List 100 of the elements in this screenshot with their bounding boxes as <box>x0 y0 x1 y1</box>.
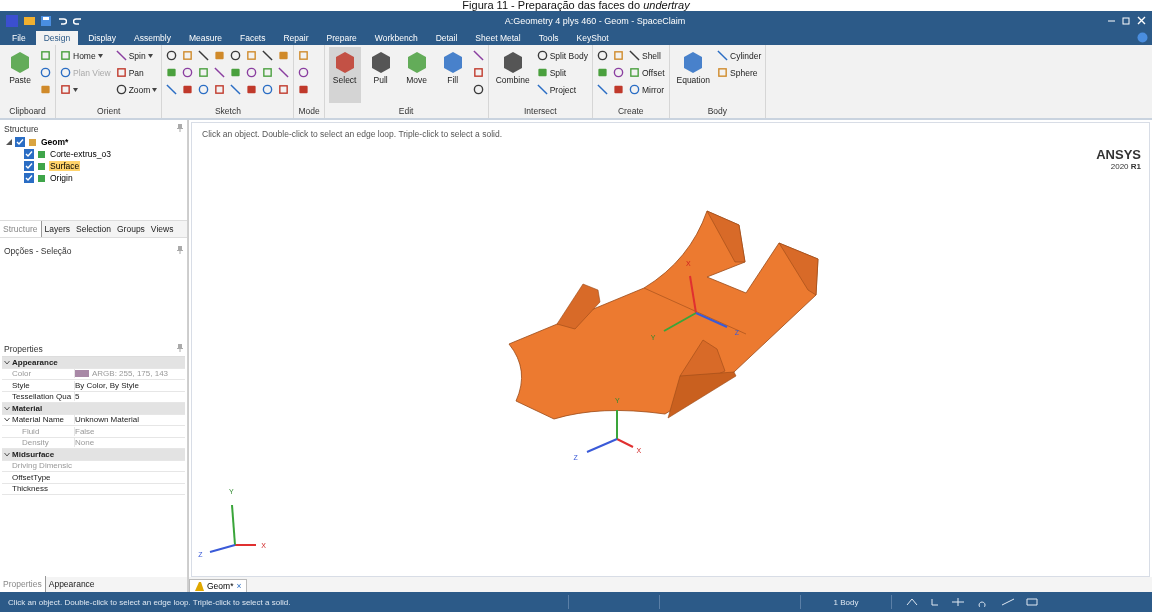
ribbon-tab[interactable]: Display <box>80 31 125 45</box>
collapse-icon[interactable] <box>4 451 10 457</box>
ribbon-button[interactable]: Equation <box>673 47 714 103</box>
ribbon-button[interactable]: Offset <box>628 67 665 78</box>
tool-icon[interactable] <box>198 84 210 95</box>
ribbon-tab[interactable]: Workbench <box>366 31 426 45</box>
ribbon-button[interactable]: Pull <box>364 47 397 103</box>
tool-icon[interactable] <box>246 84 258 95</box>
app-icon <box>6 14 18 27</box>
undo-icon[interactable] <box>57 15 67 26</box>
ribbon-tab[interactable]: File <box>4 31 34 45</box>
tool-icon[interactable] <box>246 67 258 78</box>
tool-icon[interactable] <box>472 84 484 95</box>
tool-icon[interactable] <box>182 67 194 78</box>
panel-tab[interactable]: Views <box>147 221 177 237</box>
ribbon-button[interactable]: Project <box>536 84 588 95</box>
tool-icon[interactable] <box>472 50 484 61</box>
ribbon-button[interactable]: Shell <box>628 50 665 61</box>
panel-tab[interactable]: Selection <box>73 221 114 237</box>
tool-icon[interactable] <box>612 84 624 95</box>
panel-title: Structure <box>4 124 39 134</box>
tool-icon[interactable] <box>298 67 310 78</box>
tree-item[interactable]: Surface <box>49 161 81 171</box>
ribbon-tab[interactable]: Assembly <box>126 31 179 45</box>
tool-icon[interactable] <box>166 50 178 61</box>
ribbon-tab[interactable]: Sheet Metal <box>467 31 529 45</box>
ribbon-tab[interactable]: Repair <box>275 31 317 45</box>
property-value: Unknown Material <box>75 415 140 425</box>
ribbon-tab[interactable]: KeyShot <box>568 31 617 45</box>
ribbon-tab[interactable]: Design <box>35 31 79 45</box>
ribbon-tab[interactable]: Measure <box>180 31 230 45</box>
property-label: Material Name <box>12 415 65 425</box>
tool-icon[interactable] <box>115 50 127 61</box>
tool-icon[interactable] <box>230 84 242 95</box>
ribbon-button[interactable]: Zoom <box>115 84 158 95</box>
checkbox[interactable] <box>24 173 34 183</box>
ribbon-button[interactable]: Home <box>60 50 111 61</box>
tree-item[interactable]: Geom* <box>40 137 70 147</box>
restore-icon[interactable] <box>1122 16 1131 25</box>
panel-tab[interactable]: Groups <box>114 221 148 237</box>
tool-icon[interactable] <box>262 84 274 95</box>
collapse-icon[interactable] <box>4 359 10 365</box>
ribbon-button[interactable]: Move <box>400 47 433 103</box>
panel-tab[interactable]: Properties <box>0 576 46 592</box>
ribbon-button[interactable]: Split Body <box>536 50 588 61</box>
expand-icon[interactable] <box>6 139 12 145</box>
tool-icon[interactable] <box>596 84 608 95</box>
tool-icon[interactable] <box>717 50 729 61</box>
panel-tab[interactable]: Structure <box>0 221 42 237</box>
panel-tab[interactable]: Appearance <box>45 576 98 592</box>
checkbox[interactable] <box>24 149 34 159</box>
ribbon-button[interactable]: Pan <box>115 67 158 78</box>
checkbox[interactable] <box>15 137 25 147</box>
panel-title: Opções - Seleção <box>4 246 72 256</box>
tool-icon[interactable] <box>40 67 51 78</box>
tool-icon[interactable] <box>115 84 127 95</box>
redo-icon[interactable] <box>73 15 83 26</box>
checkbox[interactable] <box>24 161 34 171</box>
tool-icon[interactable] <box>628 50 640 61</box>
ribbon-button[interactable]: Mirror <box>628 84 665 95</box>
tool-icon[interactable] <box>298 84 310 95</box>
tree-item[interactable]: Corte-extrus_o3 <box>49 149 112 159</box>
ribbon-button[interactable]: Paste <box>4 47 36 103</box>
tool-icon[interactable] <box>536 84 548 95</box>
ribbon-tab[interactable]: Prepare <box>318 31 365 45</box>
tool-icon[interactable] <box>596 50 608 61</box>
caret-icon[interactable] <box>73 87 78 92</box>
ribbon-button[interactable]: Cylinder <box>717 50 762 61</box>
tool-icon[interactable] <box>230 50 242 61</box>
collapse-icon[interactable] <box>4 405 10 411</box>
ribbon-button[interactable]: Fill <box>436 47 469 103</box>
tool-icon[interactable] <box>198 50 210 61</box>
group-label: Intersect <box>523 106 558 118</box>
tool-icon[interactable] <box>278 67 290 78</box>
ribbon-tab[interactable]: Facets <box>231 31 274 45</box>
tool-icon[interactable] <box>536 50 548 61</box>
tool-icon[interactable] <box>214 67 226 78</box>
ribbon-button[interactable]: Split <box>536 67 588 78</box>
tool-icon[interactable] <box>612 67 624 78</box>
ribbon-tab[interactable]: Tools <box>530 31 567 45</box>
tree-item[interactable]: Origin <box>49 173 74 183</box>
collapse-icon[interactable] <box>4 417 10 423</box>
tool-icon[interactable] <box>262 50 274 61</box>
ribbon-button[interactable]: Combine <box>492 47 533 103</box>
tool-icon[interactable] <box>166 84 178 95</box>
panel-tab[interactable]: Layers <box>41 221 73 237</box>
folder-icon[interactable] <box>24 16 35 25</box>
property-label: Color <box>12 369 33 379</box>
tool-icon[interactable] <box>628 84 640 95</box>
ribbon-button[interactable]: Sphere <box>717 67 762 78</box>
save-icon[interactable] <box>41 15 51 26</box>
tool-icon[interactable] <box>182 84 194 95</box>
triad-drawing <box>209 504 257 553</box>
document-tab[interactable]: Geom* × <box>189 579 248 592</box>
close-tab-button[interactable]: × <box>236 581 242 591</box>
close-icon[interactable] <box>1137 16 1146 25</box>
ribbon-button[interactable]: Select <box>328 47 361 103</box>
version-text: 2020 R1 <box>1109 162 1141 171</box>
ribbon-tab[interactable]: Detail <box>427 31 466 45</box>
ribbon-button[interactable]: Spin <box>115 50 158 61</box>
